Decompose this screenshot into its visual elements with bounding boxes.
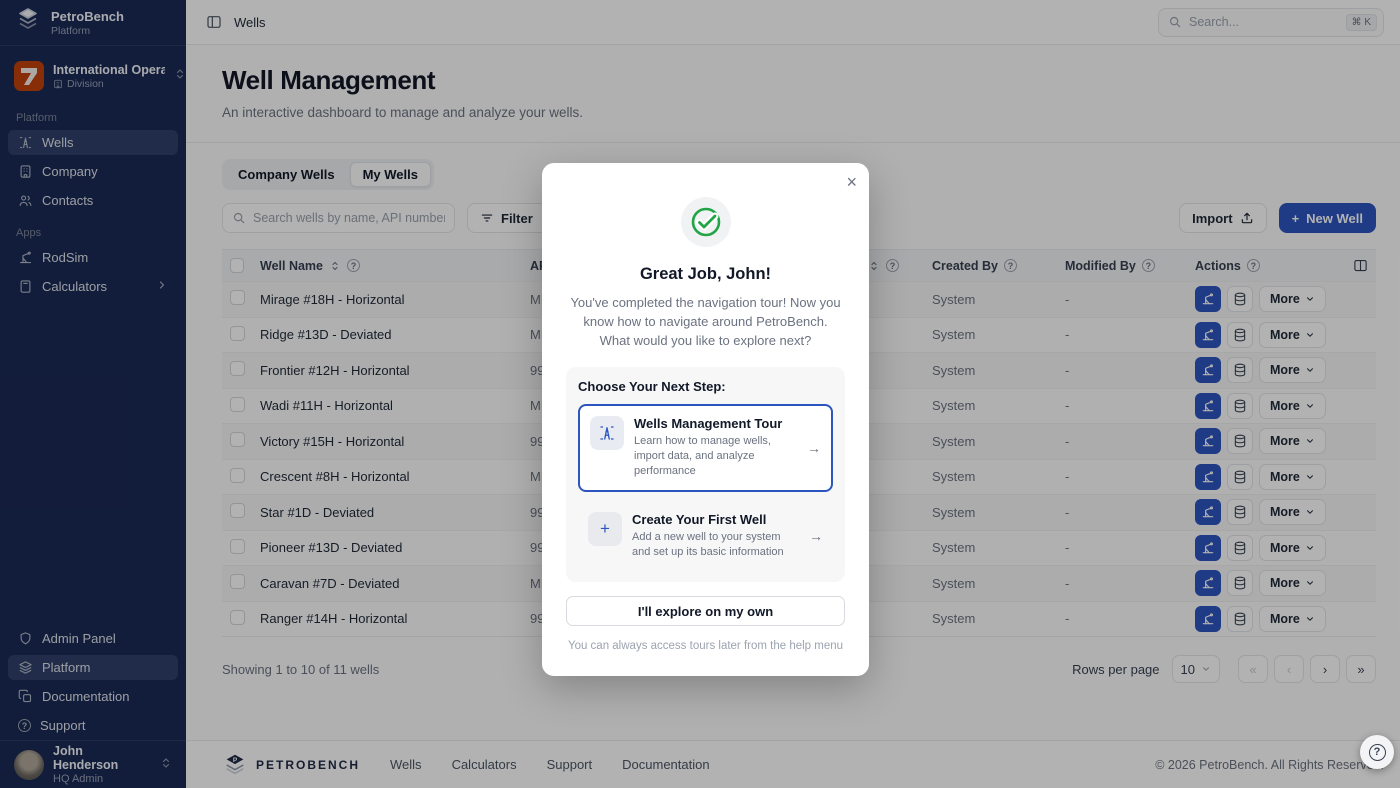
next-steps-label: Choose Your Next Step:: [578, 379, 833, 394]
explore-on-my-own-button[interactable]: I'll explore on my own: [566, 596, 845, 626]
plus-icon: +: [588, 512, 622, 546]
tour-complete-modal: × Great Job, John! You've completed the …: [542, 163, 869, 676]
derrick-icon: [590, 416, 624, 450]
modal-body-text: You've completed the navigation tour! No…: [566, 294, 845, 351]
option-wells-management-tour[interactable]: Wells Management Tour Learn how to manag…: [578, 404, 833, 492]
option-create-first-well[interactable]: + Create Your First Well Add a new well …: [578, 502, 833, 571]
arrow-right-icon: →: [807, 440, 821, 456]
next-steps-panel: Choose Your Next Step: Wells Management …: [566, 367, 845, 583]
help-fab-button[interactable]: ?: [1360, 735, 1394, 769]
modal-title: Great Job, John!: [566, 265, 845, 284]
close-icon[interactable]: ×: [846, 173, 857, 191]
app-root: PetroBench Platform International Operat…: [0, 0, 1400, 788]
help-circle-icon: ?: [1369, 744, 1386, 761]
modal-footnote: You can always access tours later from t…: [566, 640, 845, 652]
arrow-right-icon: →: [809, 528, 823, 544]
success-check-icon: [681, 197, 731, 247]
